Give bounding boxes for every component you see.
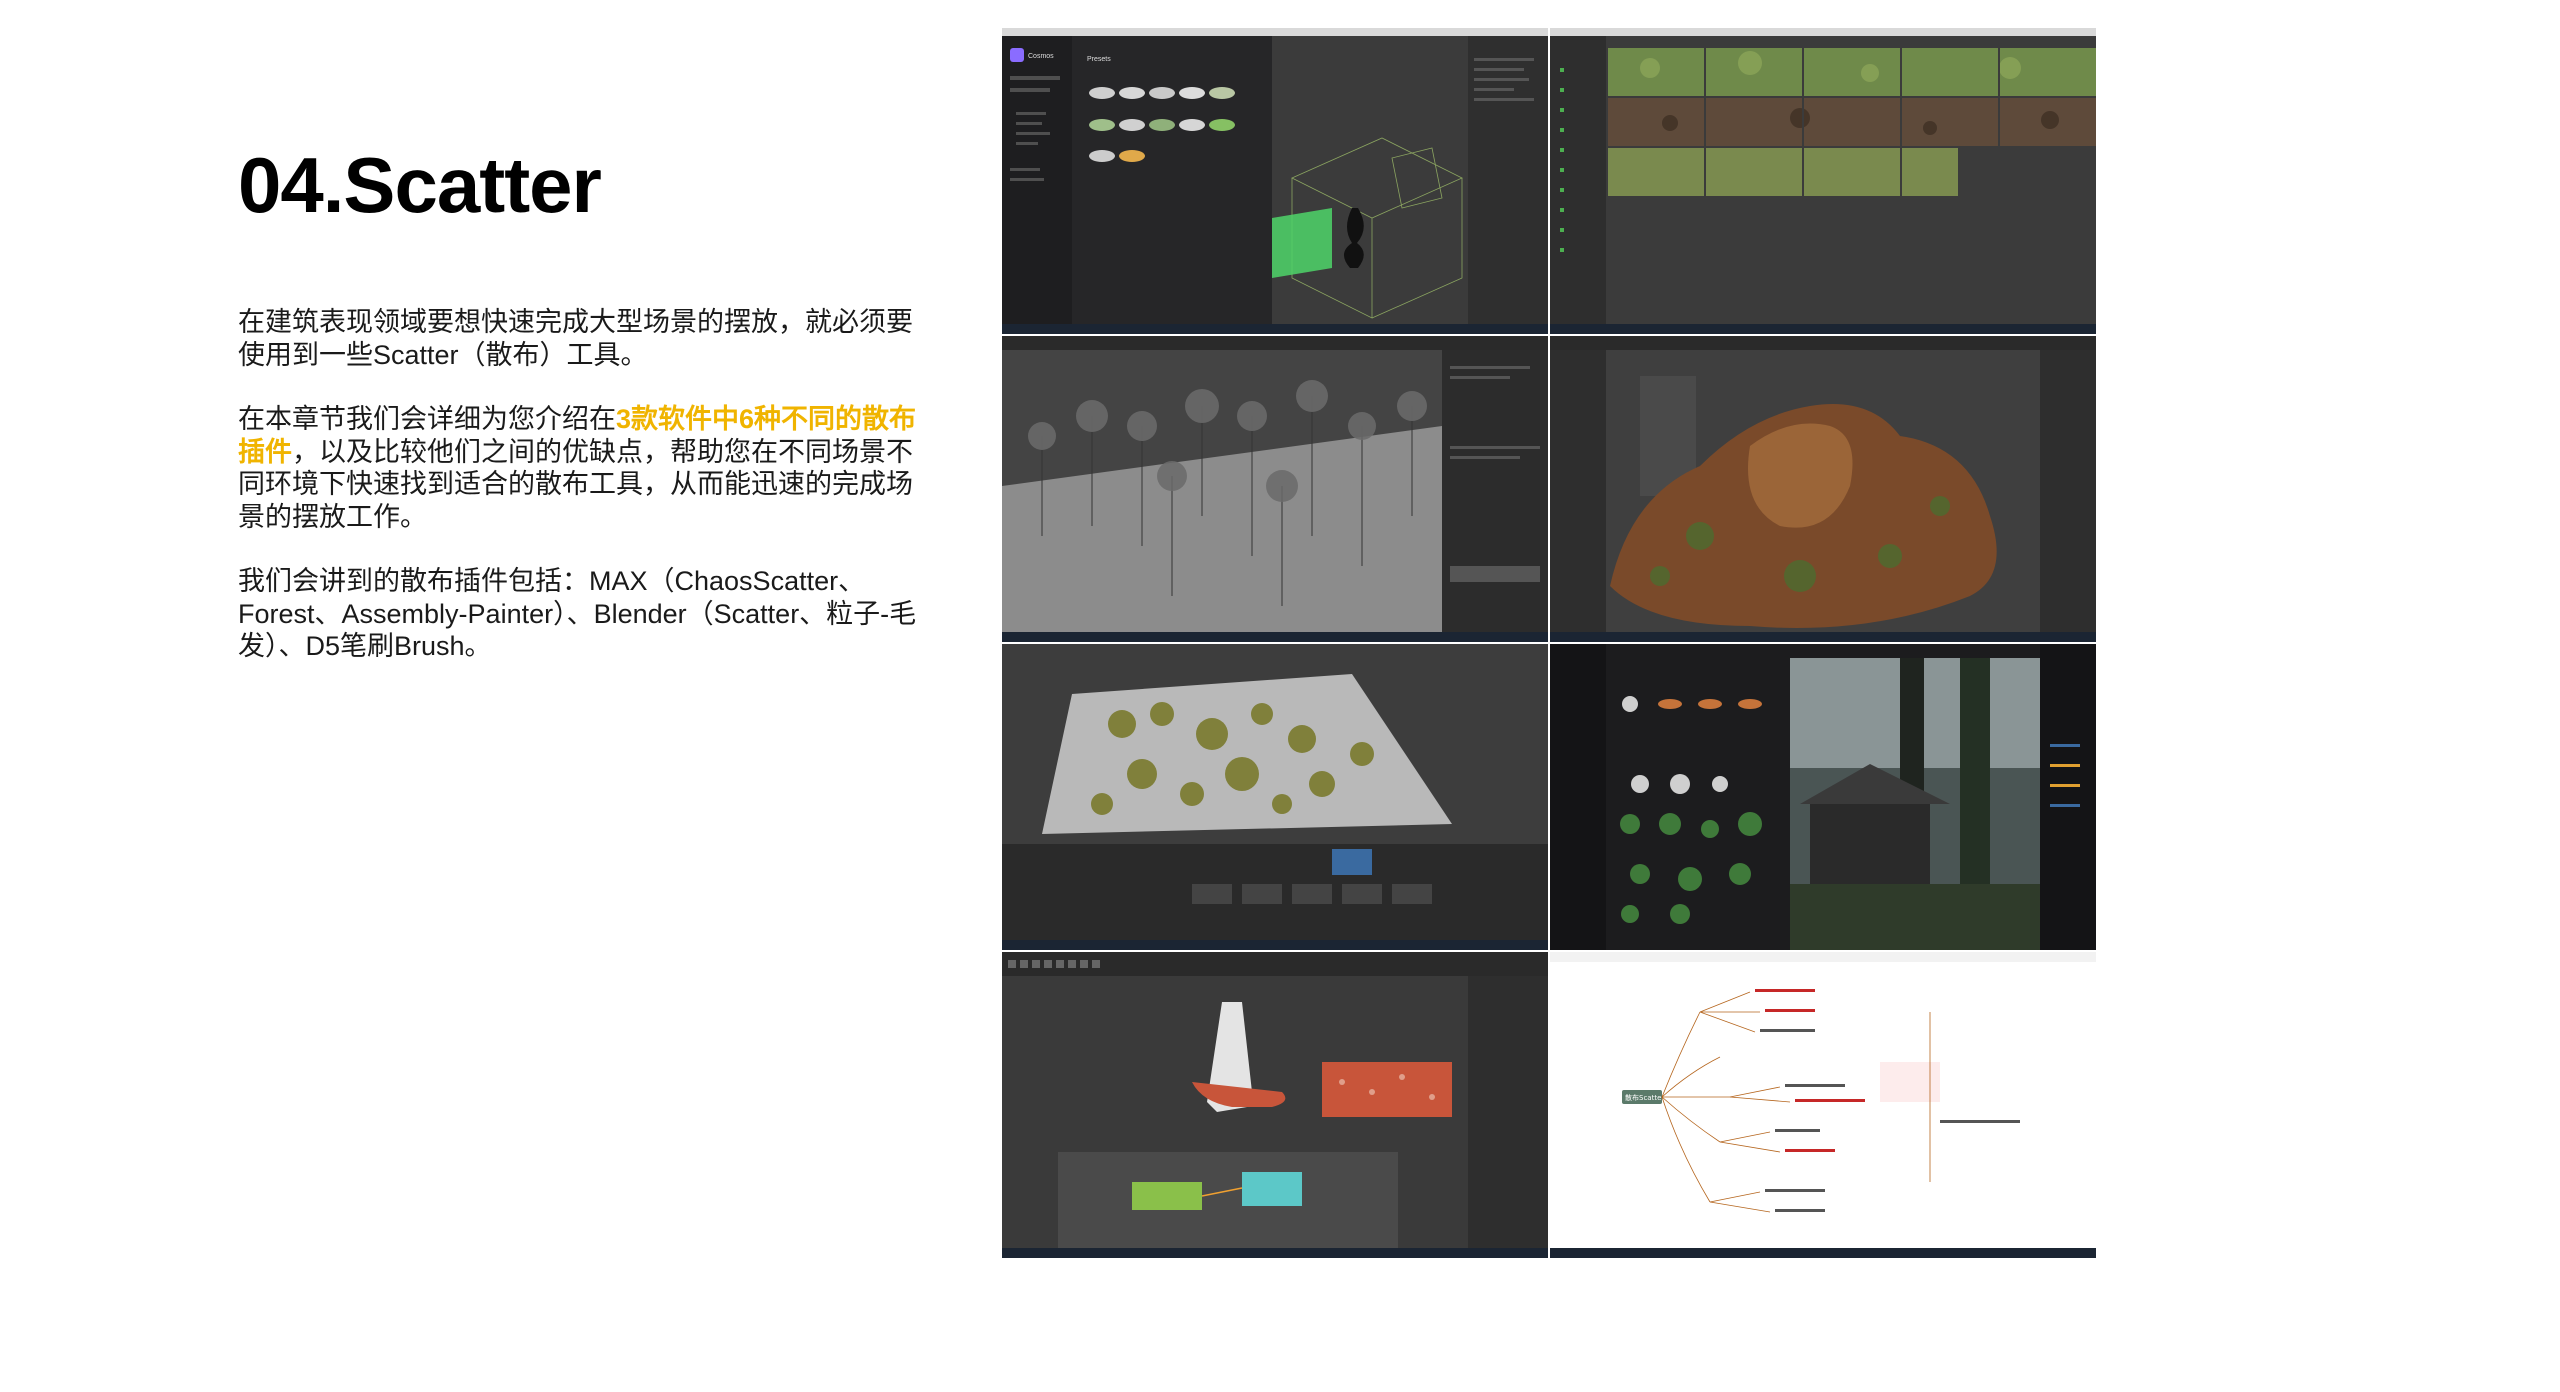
screenshot-stump-scatter	[1550, 336, 2096, 642]
screenshot-assembly-nodes	[1002, 952, 1548, 1258]
slide-title: 04.Scatter	[238, 141, 602, 229]
screenshot-mindmap: 散布Scatter	[1550, 952, 2096, 1258]
screenshot-grid: Cosmos Presets 散布Scatter	[1002, 28, 2096, 1258]
chapter-paragraph: 在本章节我们会详细为您介绍在3款软件中6种不同的散布插件，以及比较他们之间的优缺…	[238, 403, 918, 533]
screenshot-grass-patches	[1002, 644, 1548, 950]
screenshot-cosmos-browser: Cosmos Presets	[1002, 28, 1548, 334]
cosmos-title: Cosmos	[1028, 53, 1054, 60]
screenshot-forest-library	[1550, 28, 2096, 334]
chapter-text-before: 在本章节我们会详细为您介绍在	[238, 404, 616, 434]
slide: 04.Scatter 在建筑表现领域要想快速完成大型场景的摆放，就必须要使用到一…	[0, 0, 2560, 1392]
chapter-text-after: ，以及比较他们之间的优缺点，帮助您在不同场景不同环境下快速找到适合的散布工具，从…	[238, 436, 913, 532]
intro-paragraph: 在建筑表现领域要想快速完成大型场景的摆放，就必须要使用到一些Scatter（散布…	[238, 307, 913, 370]
screenshot-d5-brush	[1550, 644, 2096, 950]
mindmap-root: 散布Scatter	[1625, 1093, 1664, 1102]
slide-body: 在建筑表现领域要想快速完成大型场景的摆放，就必须要使用到一些Scatter（散布…	[238, 306, 918, 695]
plugins-paragraph: 我们会讲到的散布插件包括：MAX（ChaosScatter、Forest、Ass…	[238, 566, 917, 661]
screenshot-blender-trees	[1002, 336, 1548, 642]
cosmos-tab: Presets	[1087, 56, 1111, 63]
